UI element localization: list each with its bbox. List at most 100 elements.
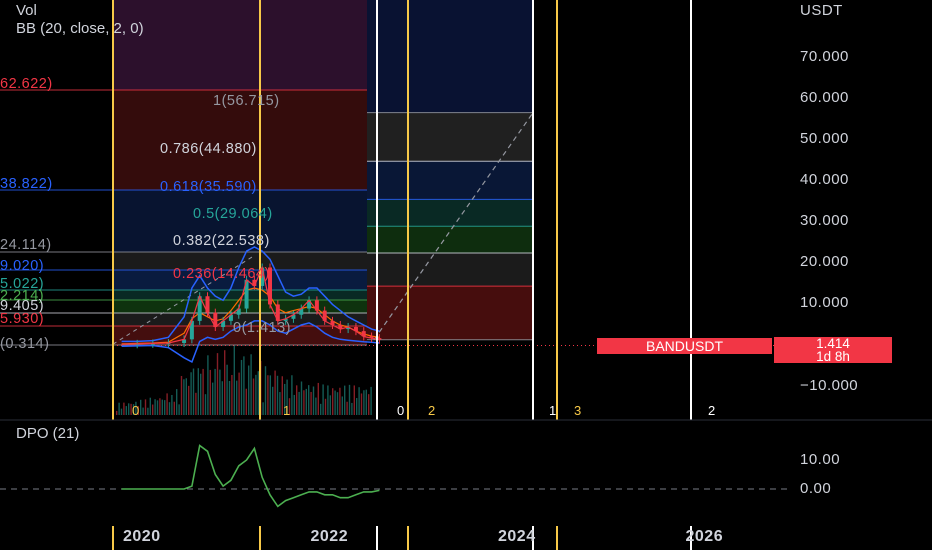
price-tag[interactable]: 1.414 1d 8h bbox=[774, 337, 892, 363]
volume-bar bbox=[171, 394, 173, 415]
volume-bar bbox=[269, 375, 271, 415]
volume-bar bbox=[168, 402, 171, 415]
cycle-label: 1 bbox=[283, 403, 291, 418]
price-tick: 60.000 bbox=[800, 89, 849, 107]
price-tick: 30.000 bbox=[800, 212, 849, 230]
cycle-label: 0 bbox=[397, 403, 405, 418]
volume-bar bbox=[243, 356, 245, 415]
cycle-label: 2 bbox=[428, 403, 436, 418]
volume-bar bbox=[257, 371, 259, 415]
left-fib-label: 38.822) bbox=[0, 176, 53, 192]
bar-countdown: 1d 8h bbox=[816, 349, 850, 364]
volume-bar bbox=[305, 388, 307, 415]
volume-bar bbox=[365, 389, 367, 415]
volume-bar bbox=[329, 395, 331, 415]
volume-bar bbox=[322, 384, 324, 415]
fib-label: 1(56.715) bbox=[213, 92, 280, 109]
volume-bar bbox=[320, 403, 322, 415]
fib-label: 0.5(29.064) bbox=[193, 206, 273, 223]
fib-zone-2 bbox=[367, 199, 533, 227]
volume-bar bbox=[224, 350, 226, 415]
fib-label: 0.236(14.464) bbox=[173, 266, 270, 283]
volume-bar bbox=[214, 368, 216, 415]
volume-bar bbox=[336, 392, 339, 415]
volume-bar bbox=[370, 386, 372, 415]
fib-label: 0.618(35.590) bbox=[160, 179, 257, 196]
volume-bar bbox=[128, 403, 130, 415]
volume-bar bbox=[236, 380, 238, 415]
left-fib-label: (0.314) bbox=[0, 336, 50, 352]
currency-label: USDT bbox=[800, 2, 843, 19]
fib-zone-4 bbox=[367, 252, 533, 287]
volume-bar bbox=[226, 364, 228, 415]
volume-bar bbox=[276, 375, 279, 415]
volume-bar bbox=[156, 400, 159, 415]
price-tick: 10.000 bbox=[800, 294, 849, 312]
volume-bar bbox=[300, 381, 303, 415]
volume-bar bbox=[245, 388, 247, 415]
volume-label[interactable]: Vol bbox=[16, 2, 37, 19]
volume-bar bbox=[255, 374, 257, 415]
volume-bar bbox=[262, 402, 264, 415]
bb-indicator-label[interactable]: BB (20, close, 2, 0) bbox=[16, 20, 144, 37]
volume-bar bbox=[356, 398, 358, 415]
volume-bar bbox=[152, 404, 154, 415]
volume-bar bbox=[125, 406, 127, 415]
volume-bar bbox=[144, 399, 147, 415]
volume-bar bbox=[180, 375, 183, 415]
volume-bar bbox=[363, 390, 365, 415]
fib-zone-3 bbox=[367, 226, 533, 253]
left-fib-zone-0 bbox=[113, 0, 367, 90]
volume-bar bbox=[233, 345, 235, 415]
chart-canvas[interactable] bbox=[0, 0, 932, 550]
volume-bar bbox=[267, 375, 269, 415]
volume-bar bbox=[178, 404, 180, 415]
dpo-tick: 10.00 bbox=[800, 451, 841, 468]
dpo-indicator-label[interactable]: DPO (21) bbox=[16, 425, 79, 442]
left-fib-label: 9.020) bbox=[0, 258, 45, 274]
volume-bar bbox=[272, 386, 274, 415]
volume-bar bbox=[250, 354, 252, 415]
volume-bar bbox=[332, 388, 334, 415]
volume-bar bbox=[207, 355, 209, 415]
fib-label: 0.382(22.538) bbox=[173, 232, 270, 249]
volume-bar bbox=[252, 378, 255, 415]
volume-bar bbox=[120, 408, 123, 415]
volume-bar bbox=[166, 393, 168, 415]
volume-bar bbox=[142, 407, 144, 415]
time-tick: 2026 bbox=[685, 528, 724, 545]
left-fib-label: 24.114) bbox=[0, 237, 52, 253]
volume-bar bbox=[298, 391, 300, 415]
fib-zone-top bbox=[367, 0, 533, 113]
volume-bar bbox=[296, 385, 298, 415]
volume-bar bbox=[195, 392, 197, 415]
price-tick: 40.000 bbox=[800, 171, 849, 189]
volume-bar bbox=[216, 353, 219, 415]
volume-bar bbox=[324, 398, 327, 415]
ticker-symbol-tag[interactable]: BANDUSDT bbox=[597, 338, 772, 354]
volume-bar bbox=[334, 390, 336, 415]
fib-label: 0(1.413) bbox=[233, 319, 292, 336]
volume-bar bbox=[368, 394, 370, 415]
fib-label: 0.786(44.880) bbox=[160, 141, 257, 158]
volume-bar bbox=[221, 381, 223, 415]
time-tick: 2024 bbox=[498, 528, 536, 545]
volume-bar bbox=[209, 369, 211, 415]
volume-bar bbox=[317, 382, 319, 415]
left-fib-label: 62.622) bbox=[0, 76, 53, 92]
volume-bar bbox=[204, 394, 207, 415]
volume-bar bbox=[351, 402, 353, 415]
volume-bar bbox=[147, 407, 149, 415]
volume-bar bbox=[149, 397, 151, 415]
dpo-tick: 0.00 bbox=[800, 480, 832, 497]
volume-bar bbox=[303, 390, 305, 415]
volume-bar bbox=[248, 365, 250, 415]
volume-bar bbox=[188, 385, 190, 415]
volume-bar bbox=[240, 359, 243, 415]
volume-bar bbox=[341, 396, 343, 415]
volume-bar bbox=[238, 372, 240, 415]
volume-bar bbox=[308, 385, 310, 415]
volume-bar bbox=[200, 373, 202, 415]
volume-bar bbox=[154, 399, 156, 415]
volume-bar bbox=[293, 394, 295, 415]
